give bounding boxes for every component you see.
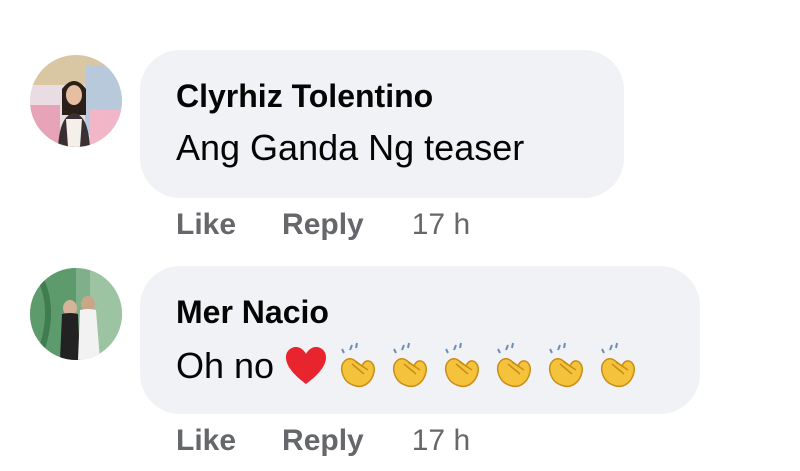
clapping-hands-icon bbox=[386, 342, 434, 390]
comment-bubble: Mer Nacio Oh no bbox=[140, 266, 700, 414]
clapping-hands-icon bbox=[438, 342, 486, 390]
reply-button[interactable]: Reply bbox=[282, 424, 364, 458]
author-name[interactable]: Mer Nacio bbox=[176, 294, 664, 330]
clapping-hands-icon bbox=[490, 342, 538, 390]
clapping-hands-icon bbox=[334, 342, 382, 390]
clapping-hands-icon bbox=[594, 342, 642, 390]
avatar[interactable] bbox=[30, 268, 122, 360]
emoji-group bbox=[282, 342, 646, 390]
like-button[interactable]: Like bbox=[176, 424, 236, 458]
comment-2: Mer Nacio Oh no Like Reply 17 h bbox=[0, 0, 800, 471]
clapping-hands-icon bbox=[542, 342, 590, 390]
comment-text: Oh no bbox=[176, 342, 664, 390]
timestamp[interactable]: 17 h bbox=[412, 424, 470, 458]
comment-actions: Like Reply 17 h bbox=[176, 424, 470, 458]
red-heart-icon bbox=[282, 342, 330, 390]
comment-text-content: Oh no bbox=[176, 345, 275, 386]
avatar-photo bbox=[30, 268, 122, 360]
